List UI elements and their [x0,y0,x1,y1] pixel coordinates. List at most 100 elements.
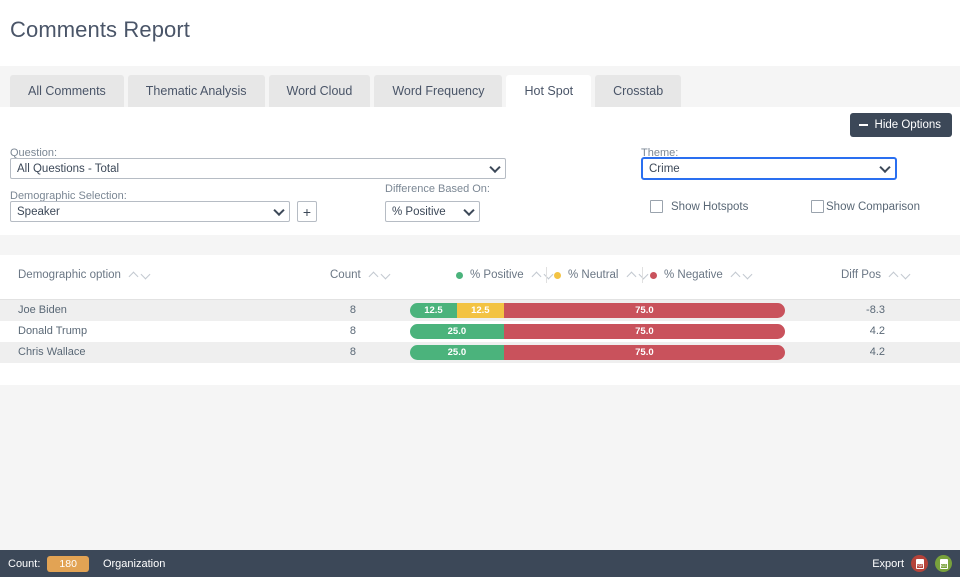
row-count-value: 8 [349,346,356,358]
sort-asc-icon[interactable] [533,271,542,280]
segment-negative: 75.0 [503,345,785,360]
demographic-select[interactable]: Speaker [10,201,290,222]
page-title: Comments Report [10,17,191,42]
difference-select[interactable]: % Positive [385,201,480,222]
table-row[interactable]: Donald Trump 8 25.0 75.0 4.2 [0,321,960,342]
sort-controls[interactable] [533,271,554,280]
table-row[interactable]: Chris Wallace 8 25.0 75.0 4.2 [0,342,960,363]
sort-controls[interactable] [890,271,911,280]
sentiment-bar: 12.5 12.5 75.0 [410,303,785,318]
column-label: Demographic option [18,269,121,281]
segment-positive: 25.0 [410,324,504,339]
minus-icon [858,124,868,126]
options-panel: Hide Options Question: All Questions - T… [0,107,960,235]
show-comparison-checkbox-row[interactable]: Show Comparison [811,200,920,213]
sentiment-bar: 25.0 75.0 [410,324,785,339]
hide-options-button[interactable]: Hide Options [849,113,952,137]
positive-legend-dot [456,271,463,279]
column-header-negative[interactable]: % Negative [650,269,753,281]
footer-count-label: Count: [8,557,41,570]
export-label: Export [872,557,904,570]
column-label: % Positive [470,269,524,281]
footer-export-group: Export PDF XLS [872,555,952,572]
row-demographic-value: Chris Wallace [18,346,86,358]
section-divider [0,235,960,255]
negative-legend-dot [650,271,657,279]
theme-select[interactable]: Crime [641,157,897,180]
sort-controls[interactable] [370,271,391,280]
column-label: Diff Pos [841,269,882,281]
table-bottom-spacer [0,364,960,385]
row-count-value: 8 [349,304,356,316]
chevron-down-icon [879,161,891,173]
chevron-down-icon [489,161,501,173]
column-label: Count [330,269,361,281]
header-divider [642,267,643,283]
content-background [0,385,960,550]
question-select[interactable]: All Questions - Total [10,158,506,179]
show-comparison-label: Show Comparison [826,200,920,213]
demographic-select-value: Speaker [17,205,60,218]
row-demographic-value: Joe Biden [18,304,67,316]
row-diff-pos-value: 4.2 [869,325,885,337]
column-header-diff-pos[interactable]: Diff Pos [841,269,911,281]
sort-desc-icon[interactable] [640,271,649,280]
chevron-down-icon [273,204,285,216]
header-divider [546,267,547,283]
chevron-down-icon [463,204,475,216]
sort-asc-icon[interactable] [130,271,139,280]
column-header-count[interactable]: Count [330,269,391,281]
show-hotspots-label: Show Hotspots [671,200,749,213]
tab-all-comments[interactable]: All Comments [10,75,124,107]
footer-bar: Count: 180 Organization Export PDF XLS [0,550,960,577]
sort-desc-icon[interactable] [902,271,911,280]
show-hotspots-checkbox[interactable] [650,200,663,213]
hide-options-label: Hide Options [874,119,941,131]
add-demographic-button[interactable]: + [297,201,317,222]
row-diff-pos-value: -8.3 [866,304,885,316]
table-row[interactable]: Joe Biden 8 12.5 12.5 75.0 -8.3 [0,300,960,321]
column-header-demographic[interactable]: Demographic option [18,269,151,281]
tab-hot-spot[interactable]: Hot Spot [506,75,592,107]
segment-positive: 12.5 [410,303,457,318]
tab-word-cloud[interactable]: Word Cloud [268,75,371,107]
column-label: % Neutral [568,269,619,281]
difference-select-value: % Positive [392,205,446,218]
neutral-legend-dot [554,271,561,279]
segment-negative: 75.0 [503,303,785,318]
tab-bar: All Comments Thematic Analysis Word Clou… [0,66,960,107]
tab-word-frequency[interactable]: Word Frequency [374,75,503,107]
show-comparison-checkbox[interactable] [811,200,824,213]
sort-desc-icon[interactable] [382,271,391,280]
question-select-value: All Questions - Total [17,162,120,175]
sort-asc-icon[interactable] [732,271,741,280]
footer-organization-label: Organization [102,557,166,570]
difference-label: Difference Based On: [385,183,490,195]
sort-asc-icon[interactable] [370,271,379,280]
show-hotspots-checkbox-row[interactable]: Show Hotspots [650,200,748,213]
sentiment-bar: 25.0 75.0 [410,345,785,360]
tab-thematic-analysis[interactable]: Thematic Analysis [127,75,265,107]
sort-controls[interactable] [732,271,753,280]
column-header-positive[interactable]: % Positive [456,269,554,281]
pdf-export-icon[interactable]: PDF [911,555,928,572]
row-diff-pos-value: 4.2 [869,346,885,358]
sort-desc-icon[interactable] [744,271,753,280]
row-demographic-value: Donald Trump [18,325,88,337]
segment-neutral: 12.5 [456,303,504,318]
sort-controls[interactable] [628,271,649,280]
sort-asc-icon[interactable] [628,271,637,280]
sort-desc-icon[interactable] [142,271,151,280]
sort-controls[interactable] [130,271,151,280]
segment-positive: 25.0 [410,345,504,360]
table-header-row: Demographic option Count % Positive % Ne… [0,255,960,300]
column-header-neutral[interactable]: % Neutral [554,269,649,281]
column-label: % Negative [664,269,723,281]
sort-asc-icon[interactable] [890,271,899,280]
tab-crosstab[interactable]: Crosstab [595,75,682,107]
segment-negative: 75.0 [503,324,785,339]
row-count-value: 8 [349,325,356,337]
hotspot-table: Demographic option Count % Positive % Ne… [0,255,960,363]
xls-export-icon[interactable]: XLS [935,555,952,572]
theme-select-value: Crime [649,162,680,175]
